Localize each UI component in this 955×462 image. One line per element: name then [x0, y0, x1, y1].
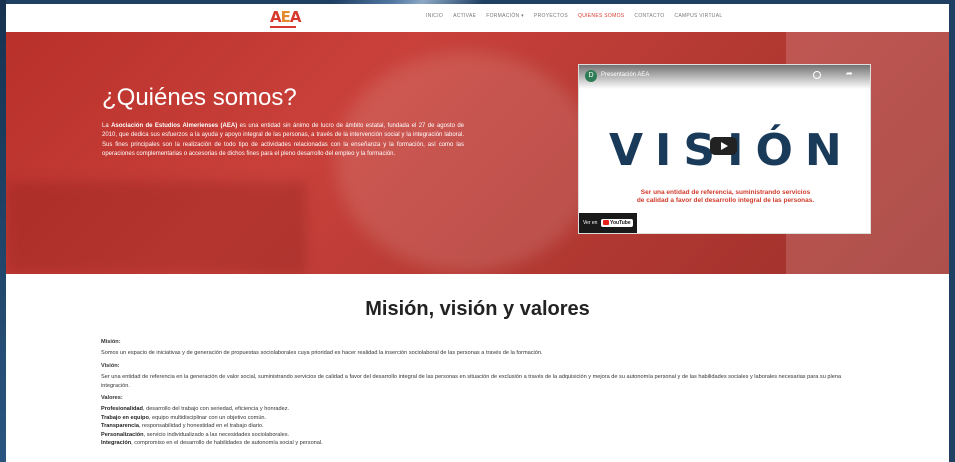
nav-item-activae[interactable]: ACTIVAE [453, 13, 476, 19]
site-logo[interactable]: AEA [270, 8, 301, 26]
hero-banner: ¿Quiénes somos? La Asociación de Estudio… [6, 32, 949, 274]
channel-avatar[interactable]: D [585, 70, 597, 82]
logo-underline [270, 26, 296, 28]
frame-right-border [949, 0, 955, 462]
nav-item-quienes-somos[interactable]: QUIENES SOMOS [578, 13, 624, 19]
vision-text: Ser una entidad de referencia en la gene… [101, 374, 842, 389]
web-page: AEA INICIO ACTIVAE FORMACIÓN ▾ PROYECTOS… [6, 4, 949, 462]
valores-item: Integración, compromiso en el desarrollo… [101, 439, 323, 446]
watch-on-youtube-button[interactable]: Ver en YouTube [579, 213, 637, 233]
mission-vision-values-content: Misión: Somos un espacio de iniciativas … [101, 334, 871, 447]
nav-item-inicio[interactable]: INICIO [426, 13, 443, 19]
watch-on-label: Ver en [583, 220, 598, 226]
share-icon[interactable]: ➦ [846, 69, 853, 78]
valores-item: Transparencia, responsabilidad y honesti… [101, 423, 264, 430]
valores-item: Personalización, servicio individualizad… [101, 431, 290, 438]
hero-background-highlight [336, 52, 596, 272]
hero-title: ¿Quiénes somos? [102, 84, 297, 111]
vision-heading: Visión: [101, 362, 120, 369]
nav-item-contacto[interactable]: CONTACTO [634, 13, 664, 19]
youtube-play-icon [603, 219, 609, 225]
nav-item-formacion[interactable]: FORMACIÓN ▾ [486, 13, 524, 19]
valores-item: Profesionalidad, desarrollo del trabajo … [101, 406, 290, 413]
valores-heading: Valores: [101, 394, 123, 401]
hero-description: La Asociación de Estudios Almerienses (A… [102, 123, 464, 157]
organization-name: Asociación de Estudios Almerienses (AEA) [111, 123, 238, 129]
watch-later-icon[interactable] [813, 71, 821, 79]
section-title: Misión, visión y valores [365, 298, 590, 320]
youtube-logo: YouTube [601, 219, 633, 227]
nav-item-campus-virtual[interactable]: CAMPUS VIRTUAL [674, 13, 722, 19]
mision-text: Somos un espacio de iniciativas y de gen… [101, 350, 543, 357]
valores-item: Trabajo en equipo, equipo multidisciplin… [101, 414, 267, 421]
hero-background-shadow [6, 182, 306, 274]
navbar: AEA INICIO ACTIVAE FORMACIÓN ▾ PROYECTOS… [6, 4, 949, 32]
nav-item-proyectos[interactable]: PROYECTOS [534, 13, 568, 19]
play-button[interactable] [710, 137, 737, 155]
video-title[interactable]: Presentación AEA [601, 72, 649, 78]
video-embed[interactable]: VISIÓN Ser una entidad de referencia, su… [578, 64, 871, 234]
thumbnail-caption: Ser una entidad de referencia, suministr… [636, 189, 815, 205]
mision-heading: Misión: [101, 339, 121, 345]
nav-menu: INICIO ACTIVAE FORMACIÓN ▾ PROYECTOS QUI… [426, 13, 722, 19]
